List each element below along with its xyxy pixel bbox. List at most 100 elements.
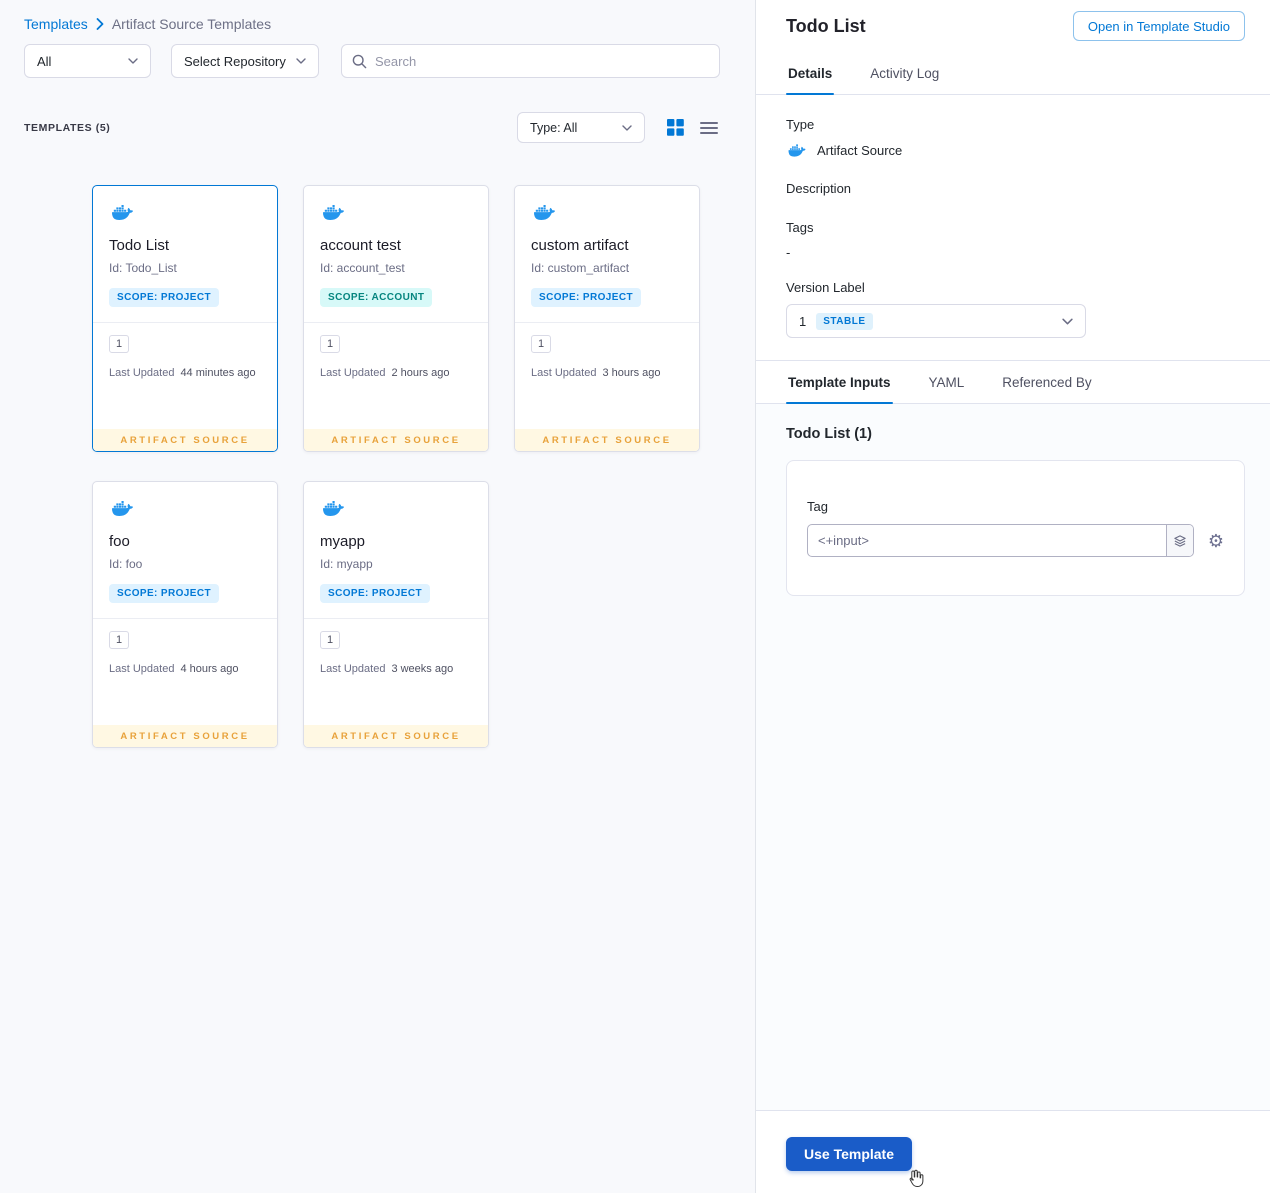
- version-count-badge: 1: [109, 631, 129, 649]
- chevron-down-icon: [296, 58, 306, 64]
- open-in-template-studio-button[interactable]: Open in Template Studio: [1072, 11, 1245, 41]
- template-details-panel: Todo List Open in Template Studio Detail…: [755, 0, 1270, 1193]
- docker-icon: [320, 498, 347, 519]
- tab-yaml[interactable]: YAML: [927, 361, 967, 403]
- template-card-custom-artifact[interactable]: custom artifact Id: custom_artifact SCOP…: [514, 185, 700, 452]
- divider: [304, 618, 488, 619]
- template-card-id: Id: myapp: [320, 557, 373, 571]
- tags-value: -: [786, 245, 791, 260]
- panel-title: Todo List: [786, 15, 866, 36]
- breadcrumb-current: Artifact Source Templates: [111, 16, 272, 32]
- templates-count-label: TEMPLATES (5): [24, 121, 111, 134]
- version-count-badge: 1: [109, 335, 129, 353]
- filter-row: All Select Repository: [24, 44, 731, 78]
- type-label: Type: [786, 117, 815, 132]
- tab-referenced-by[interactable]: Referenced By: [1000, 361, 1093, 403]
- repository-filter-select[interactable]: Select Repository: [171, 44, 319, 78]
- scope-filter-select[interactable]: All: [24, 44, 151, 78]
- template-card-id: Id: account_test: [320, 261, 405, 275]
- template-card-account-test[interactable]: account test Id: account_test SCOPE: ACC…: [303, 185, 489, 452]
- description-label: Description: [786, 181, 852, 196]
- chevron-down-icon: [128, 58, 138, 64]
- list-header: TEMPLATES (5) Type: All: [24, 112, 731, 143]
- panel-header: Todo List Open in Template Studio: [756, 0, 1270, 52]
- version-count-badge: 1: [531, 335, 551, 353]
- view-toggles: [667, 119, 718, 136]
- list-view-icon[interactable]: [700, 121, 718, 135]
- search-input[interactable]: [375, 53, 709, 69]
- type-filter-select[interactable]: Type: All: [517, 112, 645, 143]
- divider: [515, 322, 699, 323]
- docker-icon: [109, 498, 136, 519]
- tag-input[interactable]: [808, 525, 1166, 556]
- template-inputs-section: Todo List (1) Tag ⚙: [756, 404, 1270, 1110]
- breadcrumb-templates-link[interactable]: Templates: [24, 16, 88, 32]
- template-card-myapp[interactable]: myapp Id: myapp SCOPE: PROJECT 1 Last Up…: [303, 481, 489, 748]
- inputs-title: Todo List (1): [786, 426, 872, 442]
- docker-icon: [531, 202, 558, 223]
- docker-icon: [109, 202, 136, 223]
- chevron-down-icon: [1062, 318, 1073, 325]
- last-updated: Last Updated 3 weeks ago: [320, 663, 454, 675]
- details-section: Type Artifact Source Description Tags - …: [756, 95, 1270, 360]
- docker-icon: [320, 202, 347, 223]
- scope-badge: SCOPE: ACCOUNT: [320, 288, 433, 307]
- template-cards-grid: Todo List Id: Todo_List SCOPE: PROJECT 1…: [24, 185, 731, 748]
- last-updated: Last Updated 3 hours ago: [531, 367, 661, 379]
- last-updated: Last Updated 4 hours ago: [109, 663, 239, 675]
- type-filter-value: Type: All: [530, 120, 578, 135]
- search-box: [341, 44, 720, 78]
- details-tabs: Details Activity Log: [756, 52, 1270, 95]
- template-card-foo[interactable]: foo Id: foo SCOPE: PROJECT 1 Last Update…: [92, 481, 278, 748]
- tag-label: Tag: [807, 499, 828, 514]
- tags-label: Tags: [786, 220, 814, 235]
- template-type-footer: ARTIFACT SOURCE: [304, 725, 488, 747]
- scope-filter-value: All: [37, 53, 52, 69]
- template-card-title: account test: [320, 237, 401, 254]
- divider: [304, 322, 488, 323]
- tab-details[interactable]: Details: [786, 52, 835, 95]
- template-card-title: Todo List: [109, 237, 170, 254]
- scope-badge: SCOPE: PROJECT: [109, 584, 219, 603]
- settings-gear-icon[interactable]: ⚙: [1208, 532, 1224, 550]
- templates-listing-panel: Templates Artifact Source Templates All …: [0, 0, 755, 1193]
- template-type-footer: ARTIFACT SOURCE: [93, 725, 277, 747]
- template-card-title: myapp: [320, 533, 366, 550]
- inputs-card: Tag ⚙: [786, 460, 1245, 596]
- last-updated: Last Updated 44 minutes ago: [109, 367, 256, 379]
- tab-template-inputs[interactable]: Template Inputs: [786, 361, 893, 404]
- use-template-button[interactable]: Use Template: [786, 1137, 912, 1171]
- stable-badge: STABLE: [816, 312, 873, 330]
- divider: [93, 322, 277, 323]
- tag-input-group: [807, 524, 1194, 557]
- template-card-id: Id: custom_artifact: [531, 261, 630, 275]
- template-card-id: Id: Todo_List: [109, 261, 177, 275]
- panel-footer: Use Template: [756, 1110, 1270, 1193]
- breadcrumb-chevron-icon: [96, 18, 104, 30]
- version-select[interactable]: 1 STABLE: [786, 304, 1086, 338]
- scope-badge: SCOPE: PROJECT: [109, 288, 219, 307]
- last-updated: Last Updated 2 hours ago: [320, 367, 450, 379]
- chevron-down-icon: [622, 125, 632, 131]
- version-count-badge: 1: [320, 631, 340, 649]
- type-value: Artifact Source: [817, 143, 903, 158]
- input-type-selector-icon[interactable]: [1165, 525, 1193, 556]
- template-type-footer: ARTIFACT SOURCE: [304, 429, 488, 451]
- divider: [93, 618, 277, 619]
- breadcrumb: Templates Artifact Source Templates: [24, 16, 731, 32]
- version-label: Version Label: [786, 280, 865, 295]
- repository-filter-value: Select Repository: [184, 53, 286, 69]
- grid-view-icon[interactable]: [667, 119, 684, 136]
- tab-activity-log[interactable]: Activity Log: [868, 52, 941, 94]
- scope-badge: SCOPE: PROJECT: [320, 584, 430, 603]
- inputs-tabs: Template Inputs YAML Referenced By: [756, 360, 1270, 404]
- template-card-id: Id: foo: [109, 557, 143, 571]
- template-card-todo-list[interactable]: Todo List Id: Todo_List SCOPE: PROJECT 1…: [92, 185, 278, 452]
- version-count-badge: 1: [320, 335, 340, 353]
- version-value: 1: [799, 313, 807, 329]
- template-card-title: foo: [109, 533, 130, 550]
- template-card-title: custom artifact: [531, 237, 629, 254]
- scope-badge: SCOPE: PROJECT: [531, 288, 641, 307]
- template-type-footer: ARTIFACT SOURCE: [93, 429, 277, 451]
- docker-icon: [786, 142, 808, 159]
